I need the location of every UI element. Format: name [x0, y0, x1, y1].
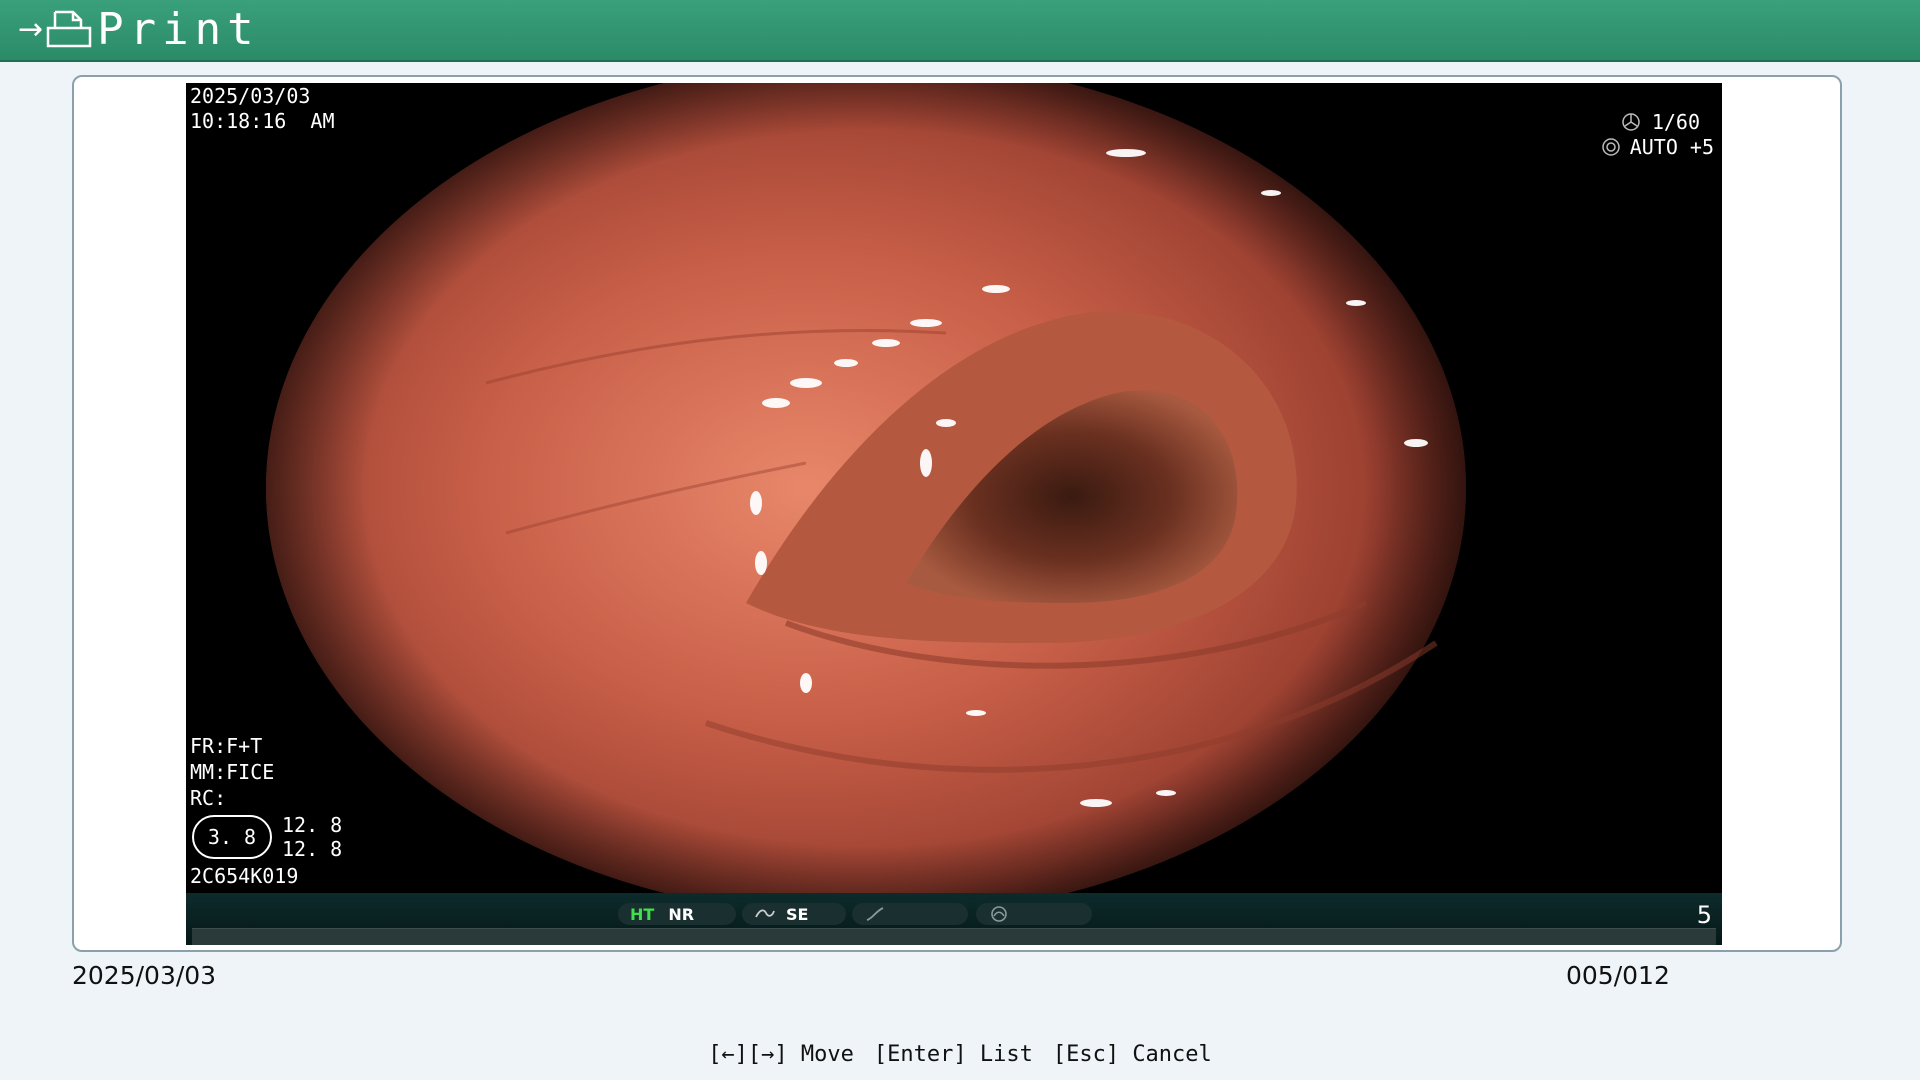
se-pill: SE: [742, 903, 846, 925]
zoom-badge: 3. 8: [192, 815, 272, 859]
curve-pill: [852, 903, 968, 925]
mode-icon: [991, 906, 1007, 922]
nav-arrow-icon: →: [18, 12, 44, 47]
frame-number: 5: [1696, 901, 1712, 929]
footer-date: 2025/03/03: [72, 961, 217, 990]
ht-nr-pill: HT NR: [618, 903, 736, 925]
move-hint[interactable]: [←][→] Move: [708, 1042, 854, 1067]
exposure-readout: AUTO +5: [1600, 134, 1714, 160]
scope-value-2: 12. 8: [282, 837, 343, 861]
printer-icon: [46, 10, 92, 48]
exposure-mode: AUTO +5: [1629, 135, 1714, 159]
image-counter: 005/012: [1566, 961, 1670, 990]
title-bar: → Print: [0, 0, 1920, 62]
endoscopy-scene: [266, 83, 1466, 918]
mode-pill: [976, 903, 1092, 925]
enhance-icon: [755, 909, 775, 918]
endoscopy-image: 2025/03/03 10:18:16 AM 1/60 AUTO +5 FR:F…: [186, 83, 1722, 945]
shutter-icon: [1622, 113, 1640, 131]
nr-indicator: NR: [668, 904, 695, 924]
shutter-speed: 1/60: [1651, 110, 1700, 134]
device-id: 2C654K019: [190, 864, 299, 888]
key-hints: [←][→] Move [Enter] List [Esc] Cancel: [0, 1042, 1920, 1067]
shutter-readout: 1/60: [1620, 109, 1700, 135]
fr-setting: FR:F+T: [190, 734, 263, 758]
mm-setting: MM:FICE: [190, 760, 275, 784]
ht-indicator: HT: [630, 904, 655, 924]
scope-value-1: 12. 8: [282, 813, 343, 837]
status-strip: [192, 928, 1716, 945]
cancel-hint[interactable]: [Esc] Cancel: [1053, 1042, 1212, 1067]
iris-icon: [1601, 138, 1620, 156]
scope-status-bar: HT NR SE 5: [186, 893, 1722, 945]
se-indicator: SE: [786, 904, 809, 924]
capture-time: 10:18:16 AM: [190, 109, 335, 133]
page-title: Print: [97, 4, 260, 55]
rc-setting: RC:: [190, 786, 227, 810]
curve-icon: [866, 907, 884, 921]
capture-date: 2025/03/03: [190, 84, 311, 108]
list-hint[interactable]: [Enter] List: [874, 1042, 1033, 1067]
